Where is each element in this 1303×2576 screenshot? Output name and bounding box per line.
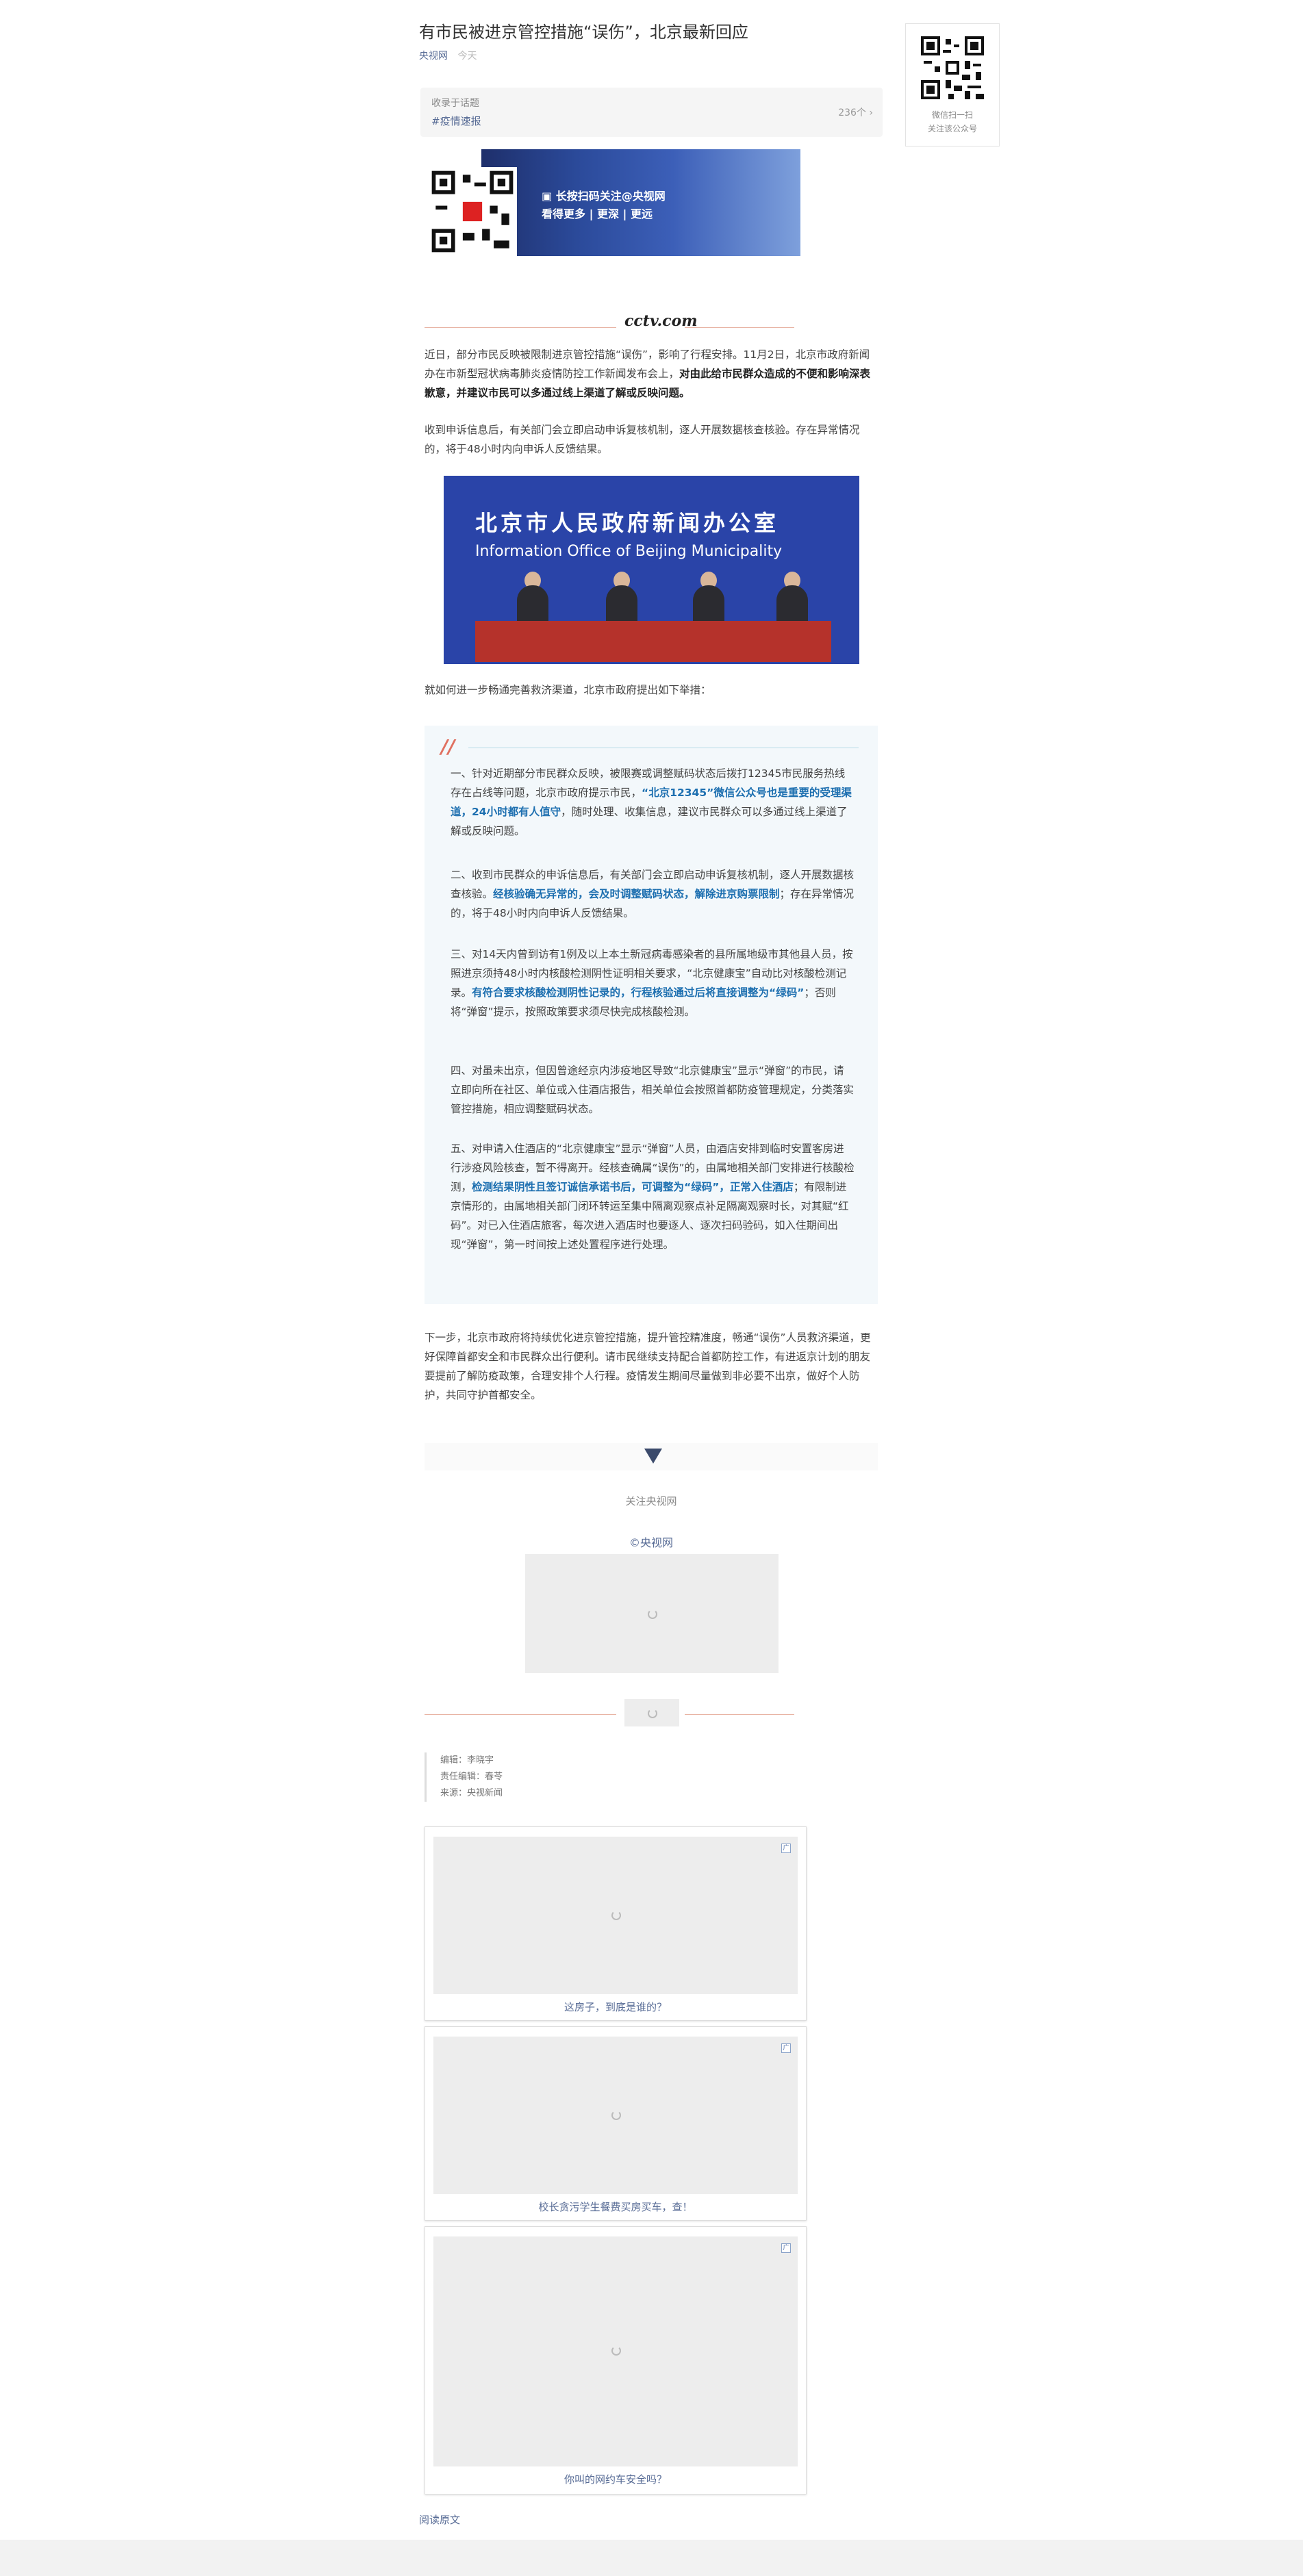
loading-spinner-icon bbox=[611, 2346, 621, 2356]
banner-line-1: ▣ 长按扫码关注@央视网 bbox=[542, 190, 666, 203]
topic-tag[interactable]: #疫情速报 bbox=[431, 114, 481, 128]
related-card[interactable]: 广 你叫的网约车安全吗？ bbox=[425, 2226, 807, 2495]
measure-1: 一、针对近期部分市民群众反映，被限赛或调整赋码状态后拨打12345市民服务热线存… bbox=[451, 767, 852, 837]
paragraph-3: 就如何进一步畅通完善救济渠道，北京市政府提出如下举措： bbox=[425, 684, 711, 696]
related-card-image: 广 bbox=[433, 2236, 798, 2466]
cctv-logo: cctv.com bbox=[624, 312, 698, 330]
measures-quote-block: // 一、针对近期部分市民群众反映，被限赛或调整赋码状态后拨打12345市民服务… bbox=[425, 726, 878, 1304]
editor-name: 编辑：李晓宇 bbox=[440, 1755, 494, 1765]
topic-box[interactable]: 收录于话题 #疫情速报 236个 › bbox=[420, 88, 883, 137]
banner-qr-code-icon bbox=[428, 167, 517, 256]
ad-badge-icon: 广 bbox=[781, 2243, 791, 2253]
topic-count[interactable]: 236个 › bbox=[838, 105, 873, 119]
loading-spinner-icon bbox=[648, 1609, 657, 1619]
loading-spinner-icon bbox=[611, 1911, 621, 1920]
article-meta: 央视网 今天 bbox=[419, 49, 477, 63]
qr-caption-1: 微信扫一扫 bbox=[931, 110, 973, 120]
related-card-image: 广 bbox=[433, 2037, 798, 2194]
origin-source: 来源：央视新闻 bbox=[440, 1788, 503, 1798]
related-card[interactable]: 广 这房子，到底是谁的？ bbox=[425, 1826, 807, 2021]
down-triangle-icon bbox=[644, 1449, 662, 1464]
follow-text: 关注央视网 bbox=[625, 1495, 677, 1507]
photo-title-cn: 北京市人民政府新闻办公室 bbox=[475, 510, 780, 536]
publish-time: 今天 bbox=[457, 51, 477, 62]
paragraph-4: 下一步，北京市政府将持续优化进京管控措施，提升管控精准度，畅通“误伤”人员救济渠… bbox=[425, 1331, 871, 1401]
press-conference-photo: 北京市人民政府新闻办公室 Information Office of Beiji… bbox=[444, 476, 859, 664]
paragraph-1: 近日，部分市民反映被限制进京管控措施“误伤”，影响了行程安排。11月2日，北京市… bbox=[425, 348, 871, 399]
paragraph-2: 收到申诉信息后，有关部门会立即启动申诉复核机制，逐人开展数据核查核验。存在异常情… bbox=[425, 424, 860, 455]
loading-spinner-icon bbox=[611, 2110, 621, 2120]
related-card-title[interactable]: 你叫的网约车安全吗？ bbox=[425, 2472, 806, 2486]
measure-4: 四、对虽未出京，但因曾途经京内涉疫地区导致“北京健康宝”显示“弹窗”的市民，请立… bbox=[451, 1064, 855, 1115]
quote-mark-icon: // bbox=[441, 735, 455, 758]
chief-editor-name: 责任编辑：春苓 bbox=[440, 1772, 503, 1782]
divider-left-2 bbox=[425, 1714, 616, 1715]
topic-label: 收录于话题 bbox=[431, 98, 479, 109]
image-placeholder bbox=[525, 1554, 779, 1673]
qr-caption-2: 关注该公众号 bbox=[927, 124, 977, 133]
related-card-title[interactable]: 校长贪污学生餐费买房买车，查！ bbox=[425, 2199, 806, 2214]
logo-placeholder bbox=[624, 1699, 679, 1726]
related-card-image: 广 bbox=[433, 1837, 798, 1994]
divider-left bbox=[425, 327, 616, 328]
photo-title-en: Information Office of Beijing Municipali… bbox=[475, 543, 783, 560]
article-title: 有市民被进京管控措施“误伤”，北京最新回应 bbox=[419, 23, 748, 42]
divider-right-2 bbox=[685, 1714, 794, 1715]
follow-banner: ▣ 长按扫码关注@央视网 看得更多 | 更深 | 更远 bbox=[428, 149, 800, 256]
qr-code-icon bbox=[921, 36, 984, 99]
source-link[interactable]: 央视网 bbox=[419, 51, 448, 62]
bottom-bar bbox=[0, 2540, 1303, 2576]
copyright-text: ©央视网 bbox=[629, 1536, 673, 1549]
divider-right bbox=[685, 327, 794, 328]
follow-qr-panel: 微信扫一扫 关注该公众号 bbox=[905, 23, 1000, 146]
editor-info: 编辑：李晓宇 责任编辑：春苓 来源：央视新闻 bbox=[425, 1752, 503, 1802]
read-original-link[interactable]: 阅读原文 bbox=[419, 2512, 460, 2527]
loading-spinner-icon bbox=[648, 1709, 657, 1718]
measure-5: 五、对申请入住酒店的“北京健康宝”显示“弹窗”人员，由酒店安排到临时安置客房进行… bbox=[451, 1143, 855, 1251]
related-card-title[interactable]: 这房子，到底是谁的？ bbox=[425, 2000, 806, 2014]
measure-3: 三、对14天内曾到访有1例及以上本土新冠病毒感染者的县所属地级市其他县人员，按照… bbox=[451, 948, 853, 1018]
related-card[interactable]: 广 校长贪污学生餐费买房买车，查！ bbox=[425, 2026, 807, 2221]
measure-2: 二、收到市民群众的申诉信息后，有关部门会立即启动申诉复核机制，逐人开展数据核查核… bbox=[451, 869, 855, 919]
banner-line-2: 看得更多 | 更深 | 更远 bbox=[542, 207, 653, 220]
ad-badge-icon: 广 bbox=[781, 1844, 791, 1853]
ad-badge-icon: 广 bbox=[781, 2043, 791, 2053]
